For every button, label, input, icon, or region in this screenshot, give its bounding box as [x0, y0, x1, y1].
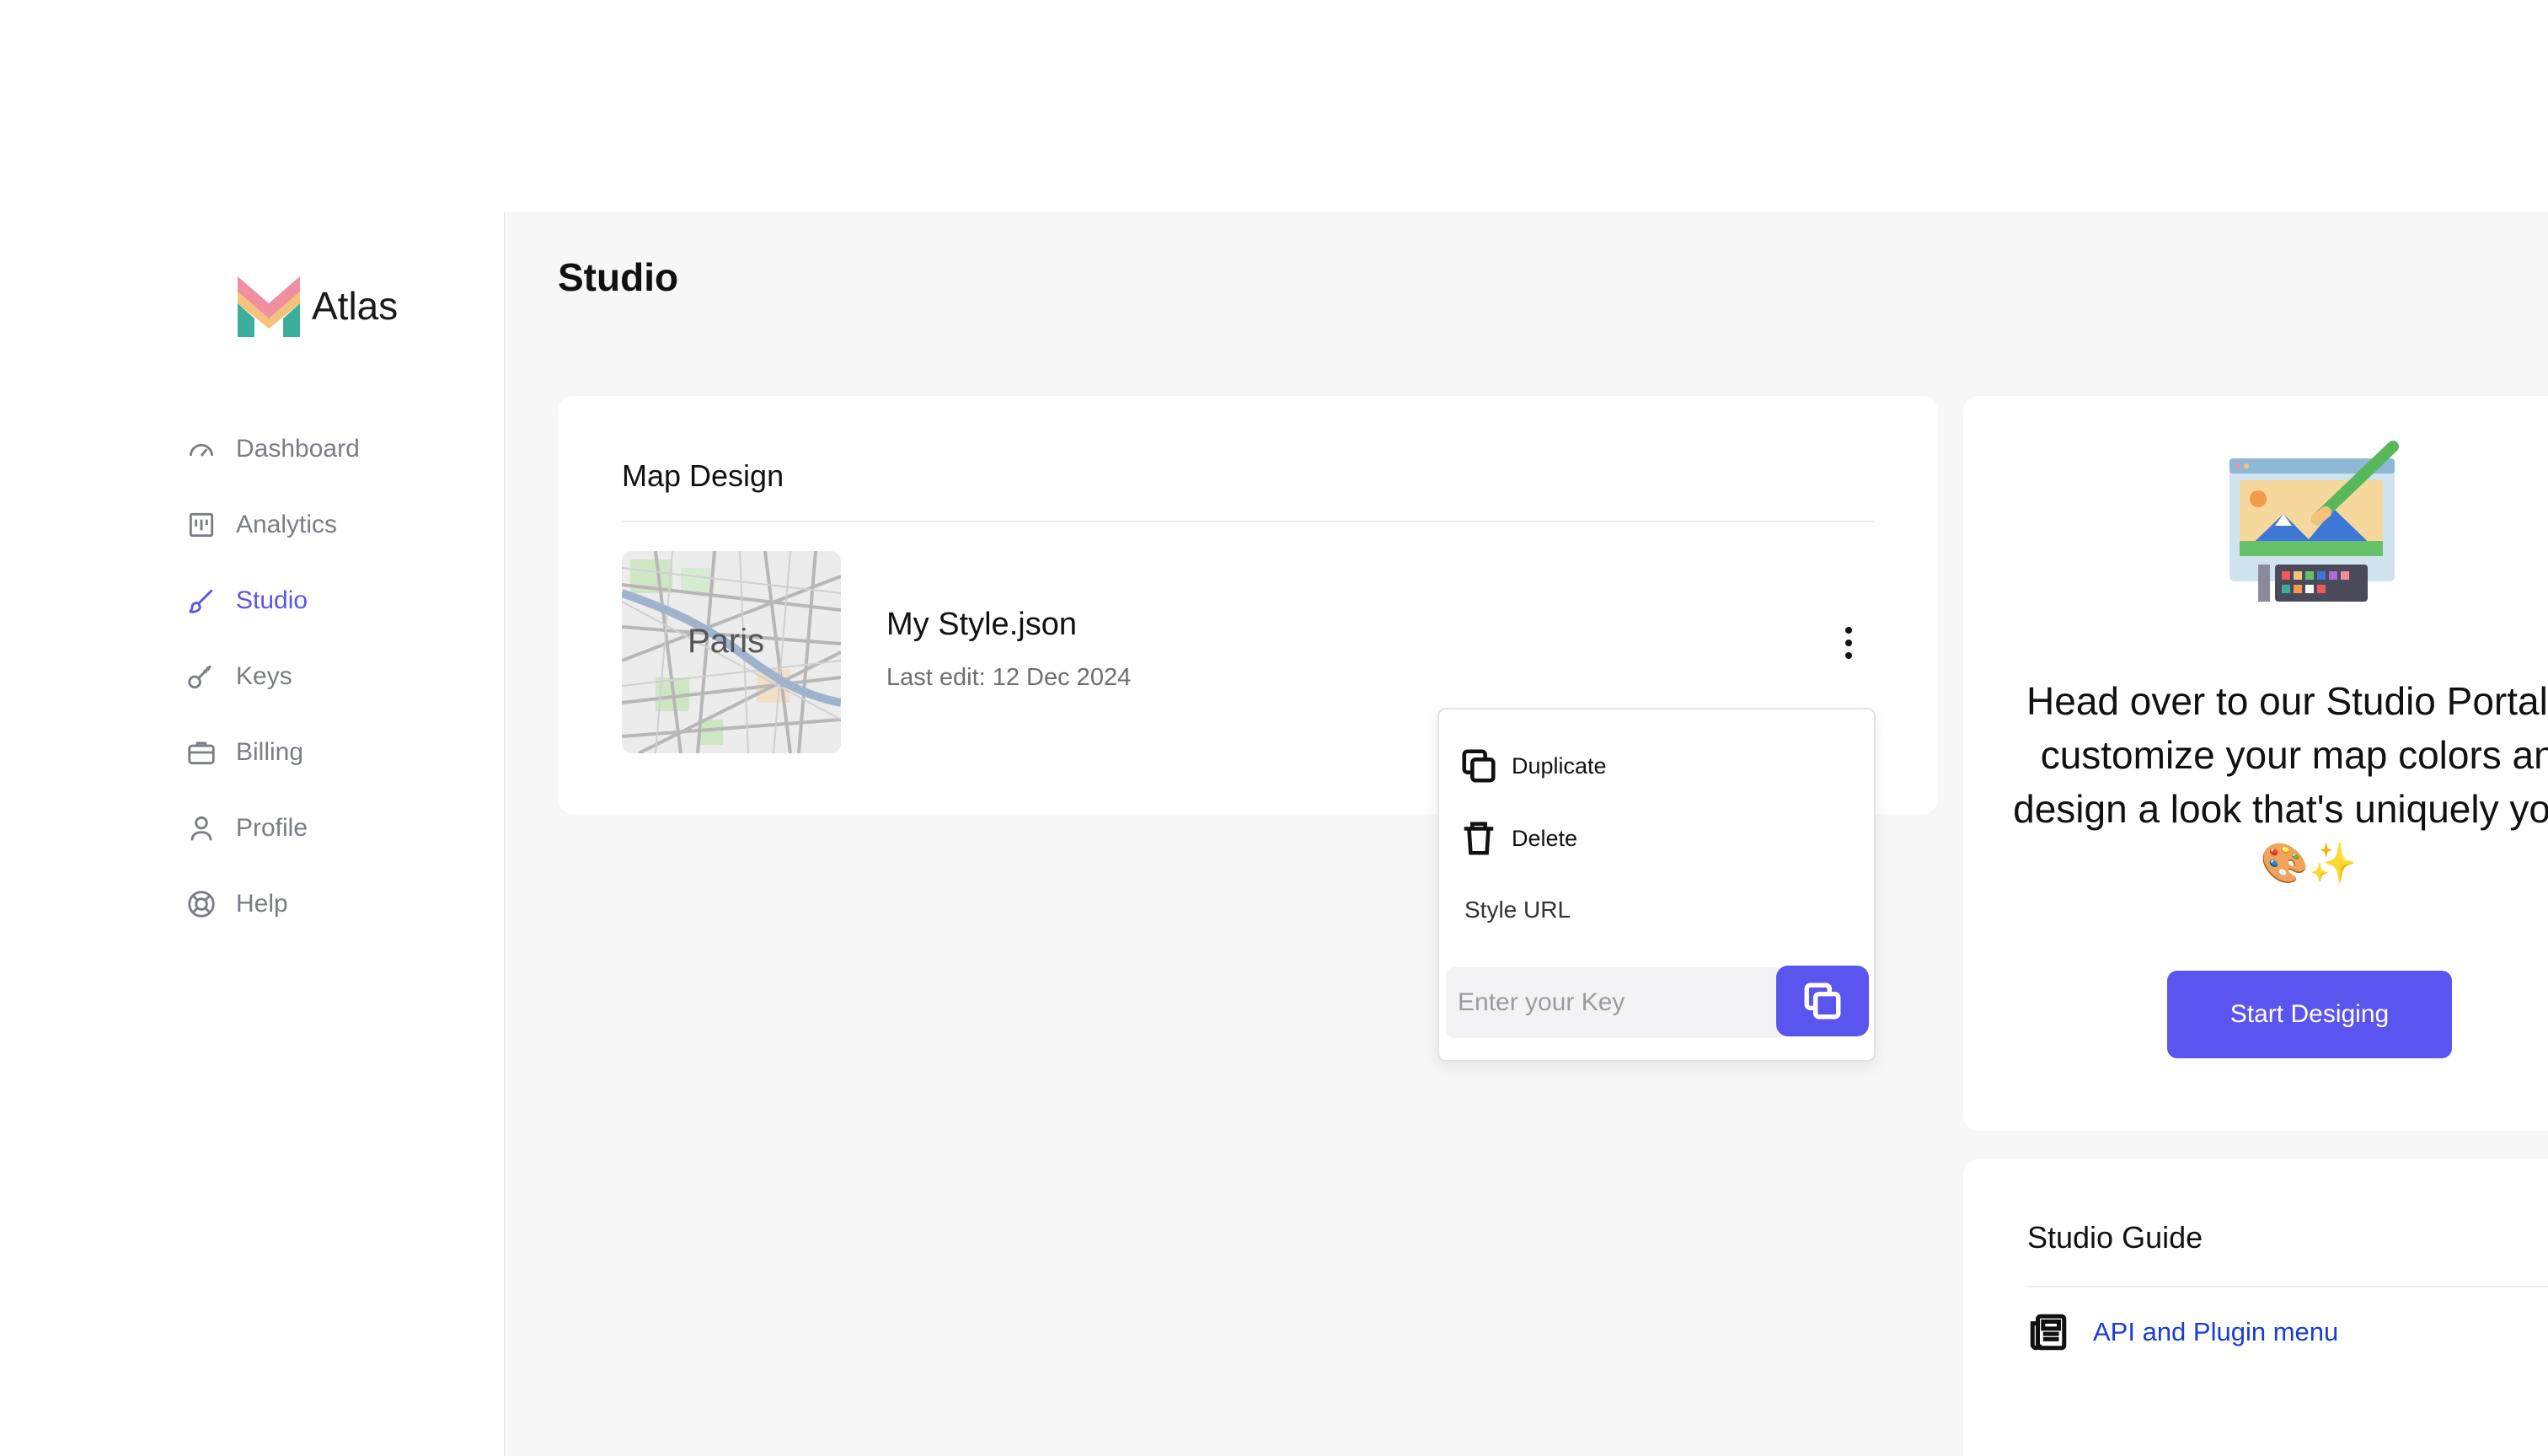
brand-logo[interactable]: Atlas: [236, 275, 398, 337]
design-illustration-icon: [2230, 441, 2399, 602]
divider: [622, 521, 1874, 522]
key-icon: [188, 665, 212, 689]
sidebar-item-label: Help: [236, 890, 288, 918]
copy-style-url-button[interactable]: [1776, 966, 1869, 1036]
sidebar-nav: Dashboard Analytics Studio Keys Billing …: [185, 411, 360, 942]
studio-guide-card: Studio Guide API and Plugin menu: [1963, 1159, 2548, 1456]
guide-link-label: API and Plugin menu: [2093, 1317, 2339, 1346]
brand-name: Atlas: [312, 284, 399, 328]
user-icon: [190, 816, 212, 841]
atlas-logo-icon: [238, 276, 300, 337]
key-input[interactable]: [1446, 967, 1785, 1038]
divider: [2027, 1286, 2548, 1287]
file-options-menu: Duplicate Delete Style URL: [1437, 708, 1876, 1062]
sidebar-item-keys[interactable]: Keys: [185, 639, 360, 715]
map-preview-image: Paris: [622, 551, 841, 753]
sidebar-item-dashboard[interactable]: Dashboard: [185, 411, 360, 487]
sidebar-item-label: Billing: [236, 738, 304, 766]
last-edit-date: Last edit: 12 Dec 2024: [886, 664, 1132, 691]
sidebar-item-label: Keys: [236, 662, 292, 690]
gauge-icon: [189, 443, 214, 457]
lifebuoy-icon: [188, 891, 215, 918]
delete-menu-item[interactable]: Delete: [1459, 819, 1577, 858]
duplicate-icon: [1462, 749, 1496, 783]
sidebar: Atlas Dashboard Analytics Studio Keys Bi…: [0, 212, 506, 1456]
sidebar-item-help[interactable]: Help: [185, 866, 360, 942]
promo-text: Head over to our Studio Portal to custom…: [2013, 679, 2548, 885]
briefcase-icon: [188, 741, 215, 765]
sidebar-item-label: Dashboard: [236, 435, 360, 463]
sidebar-item-studio[interactable]: Studio: [185, 563, 360, 639]
start-designing-button[interactable]: Start Desiging: [2167, 971, 2452, 1058]
file-name[interactable]: My Style.json: [886, 607, 1077, 643]
sidebar-item-analytics[interactable]: Analytics: [185, 487, 360, 563]
chart-icon: [189, 512, 214, 538]
menu-item-label: Delete: [1512, 825, 1578, 851]
menu-item-label: Duplicate: [1512, 752, 1607, 779]
brush-icon: [189, 589, 213, 613]
sidebar-item-label: Analytics: [236, 511, 338, 538]
duplicate-menu-item[interactable]: Duplicate: [1459, 747, 1607, 785]
newspaper-icon: [2030, 1314, 2067, 1351]
sidebar-item-billing[interactable]: Billing: [185, 715, 360, 790]
sidebar-item-profile[interactable]: Profile: [185, 790, 360, 866]
sidebar-item-label: Studio: [236, 586, 308, 614]
thumbnail-label: Paris: [688, 623, 764, 660]
page-title: Studio: [558, 255, 679, 299]
more-options-icon[interactable]: [1832, 622, 1866, 664]
trash-icon: [1464, 822, 1494, 855]
card-title: Studio Guide: [2027, 1220, 2203, 1255]
api-plugin-menu-link[interactable]: API and Plugin menu: [2027, 1311, 2338, 1353]
sidebar-item-label: Profile: [236, 814, 308, 842]
studio-portal-card: Head over to our Studio Portal to custom…: [1963, 396, 2548, 1131]
style-url-label: Style URL: [1464, 897, 1571, 923]
card-title: Map Design: [622, 458, 784, 493]
copy-icon: [1804, 982, 1841, 1020]
map-thumbnail[interactable]: Paris: [622, 551, 841, 753]
